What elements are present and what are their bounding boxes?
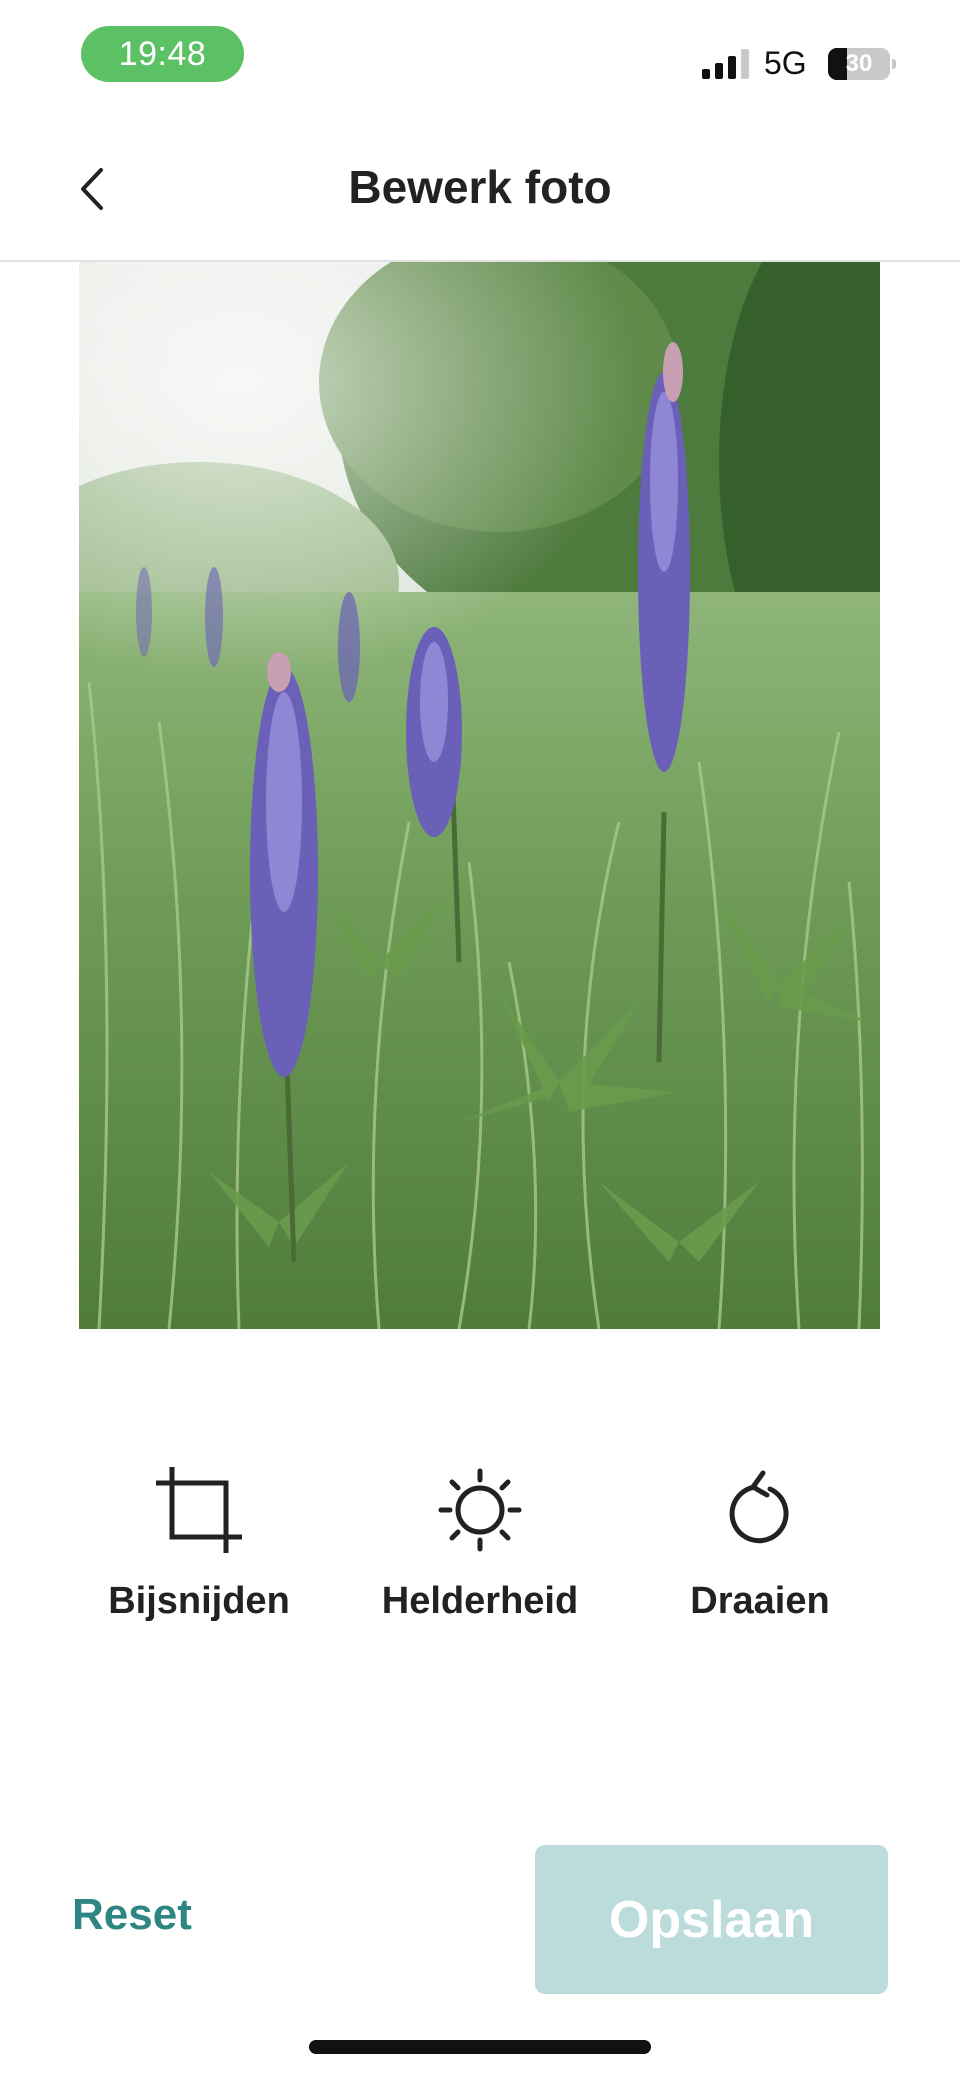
reset-button[interactable]: Reset	[72, 1890, 192, 1940]
crop-label: Bijsnijden	[108, 1580, 290, 1622]
rotate-tool-button[interactable]: Draaien	[610, 1460, 910, 1623]
rotate-label: Draaien	[690, 1580, 830, 1622]
signal-strength-icon	[702, 49, 749, 79]
status-time: 19:48	[81, 26, 244, 82]
crop-tool-button[interactable]: Bijsnijden	[49, 1460, 349, 1623]
crop-icon	[156, 1467, 242, 1553]
brightness-tool-button[interactable]: Helderheid	[330, 1460, 630, 1623]
battery-percentage: 30	[845, 50, 873, 77]
page-title: Bewerk foto	[348, 161, 612, 213]
battery-icon: 30	[828, 48, 896, 80]
brightness-icon	[438, 1468, 522, 1552]
network-type: 5G	[764, 45, 807, 81]
rotate-icon	[729, 1470, 789, 1544]
save-button[interactable]: Opslaan	[535, 1845, 888, 1994]
home-indicator	[309, 2040, 651, 2054]
lupine-flowers-photo	[79, 262, 880, 1329]
brightness-label: Helderheid	[381, 1580, 579, 1622]
photo-preview	[79, 262, 880, 1329]
